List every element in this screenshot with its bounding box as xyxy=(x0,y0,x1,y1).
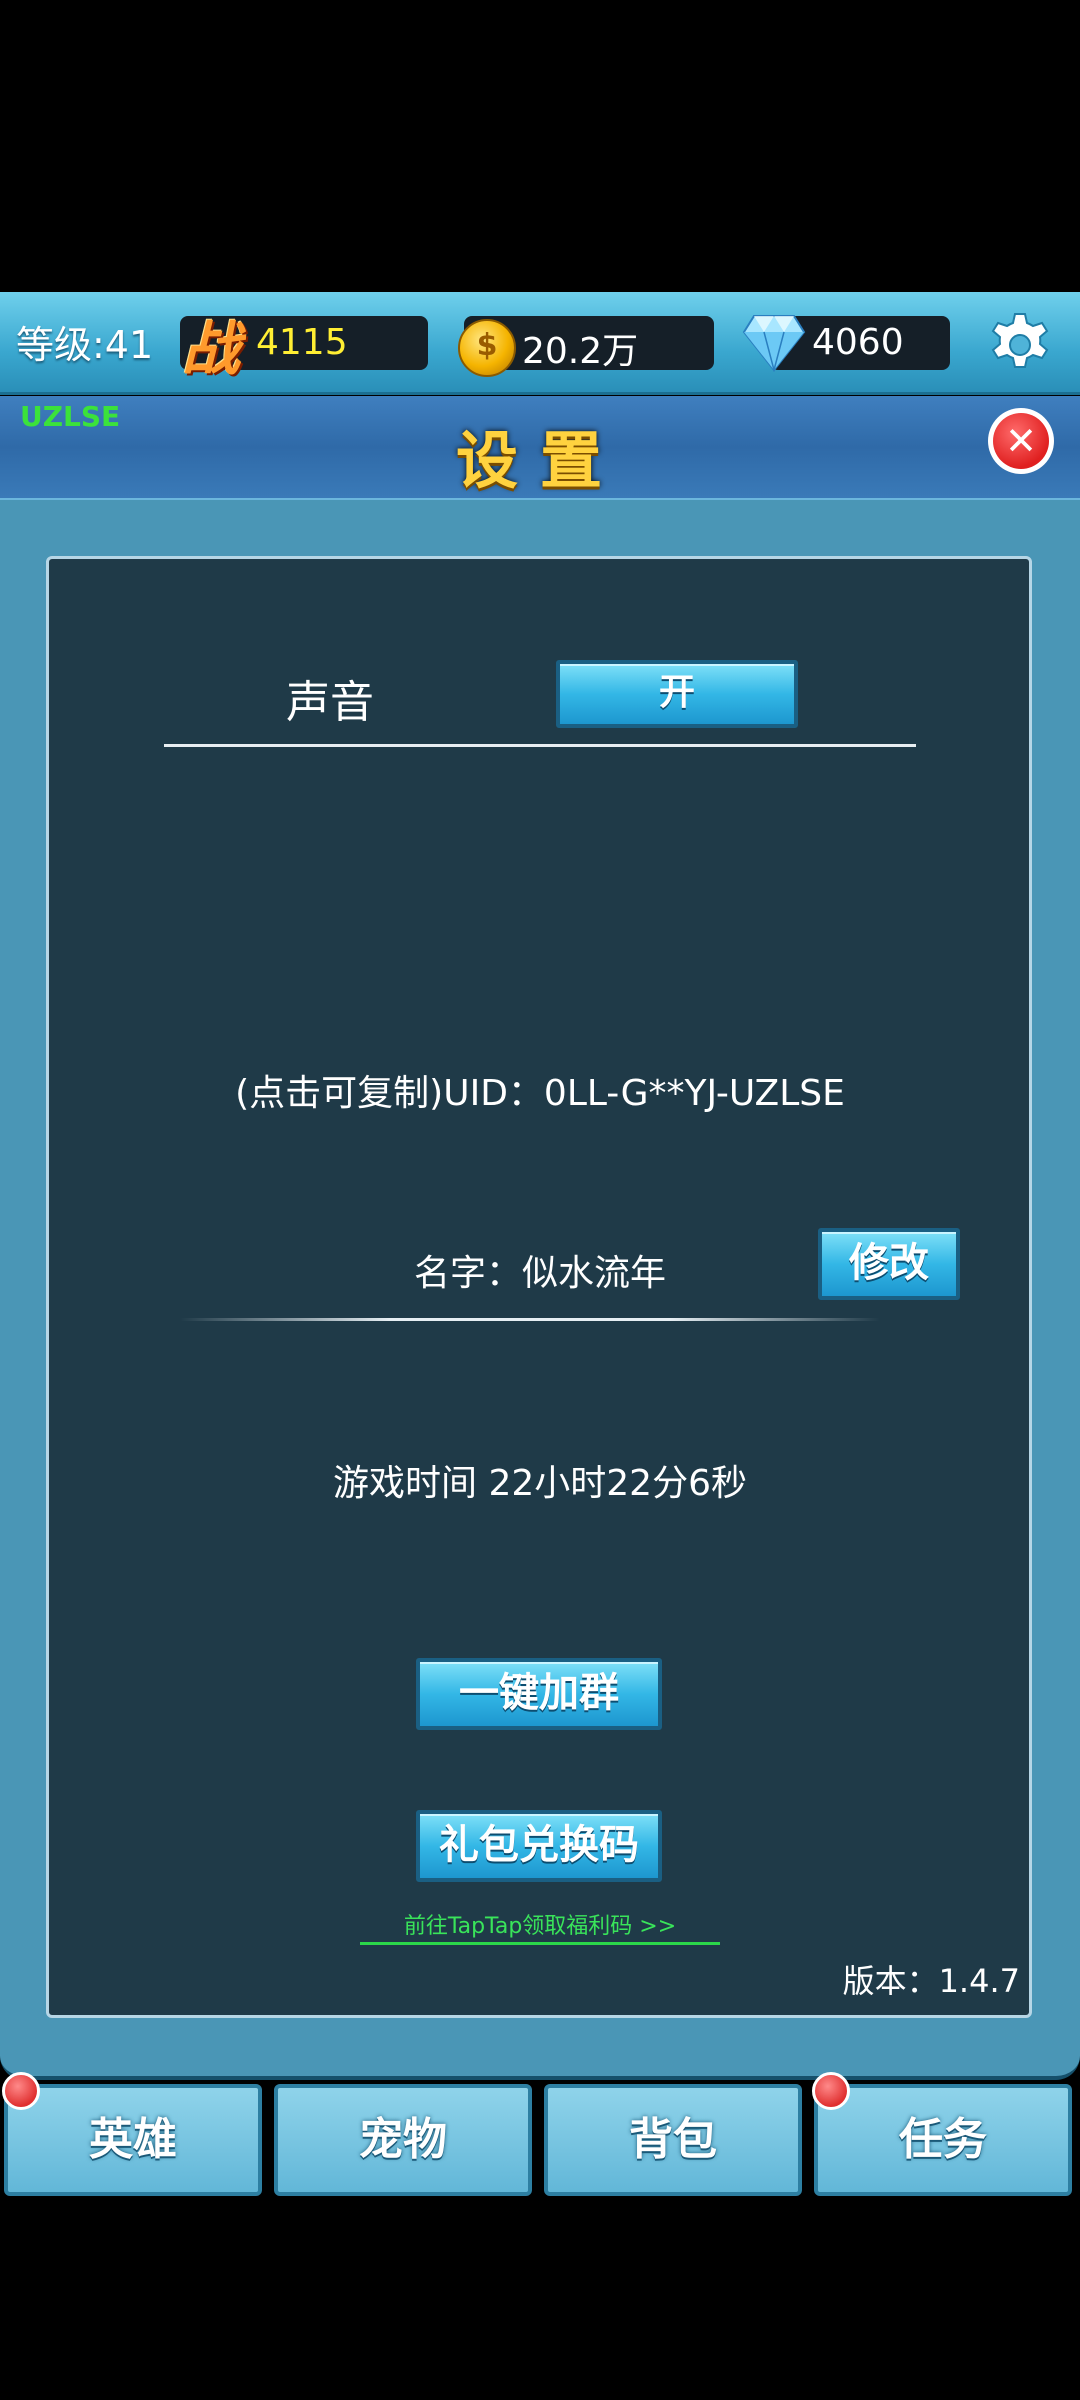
notification-dot xyxy=(812,2072,850,2110)
close-icon xyxy=(993,413,1049,469)
page-title: 设置 xyxy=(455,424,624,497)
settings-header: UZLSE 设置 xyxy=(0,396,1080,500)
sound-label: 声音 xyxy=(286,677,374,728)
sound-toggle-button[interactable]: 开 xyxy=(556,660,798,728)
play-time: 游戏时间 22小时22分6秒 xyxy=(333,1463,747,1504)
taptap-link[interactable]: 前往TapTap领取福利码 >> xyxy=(360,1908,720,1940)
gold-coin-icon xyxy=(458,319,516,377)
close-button[interactable] xyxy=(988,408,1054,474)
divider xyxy=(164,744,916,747)
tab-pets[interactable]: 宠物 xyxy=(274,2084,532,2196)
version-label: 版本：1.4.7 xyxy=(842,1962,1020,2000)
resource-bar: 等级:41 4115 战 20.2万 4060 xyxy=(0,292,1080,395)
uid-copy-text[interactable]: (点击可复制)UID：0LL-G**YJ-UZLSE xyxy=(0,1064,1080,1116)
tab-tasks[interactable]: 任务 xyxy=(814,2084,1072,2196)
edit-name-button[interactable]: 修改 xyxy=(818,1228,960,1300)
player-level: 等级:41 xyxy=(16,323,154,367)
gift-code-button[interactable]: 礼包兑换码 xyxy=(416,1810,662,1882)
gear-icon[interactable] xyxy=(984,308,1056,380)
power-icon: 战 xyxy=(182,315,241,383)
tab-heroes[interactable]: 英雄 xyxy=(4,2084,262,2196)
gold-value: 20.2万 xyxy=(522,331,639,372)
notification-dot xyxy=(2,2072,40,2110)
link-underline xyxy=(360,1942,720,1945)
gem-value: 4060 xyxy=(812,322,904,363)
divider xyxy=(180,1318,880,1321)
tab-bag[interactable]: 背包 xyxy=(544,2084,802,2196)
power-value: 4115 xyxy=(256,322,348,363)
join-group-button[interactable]: 一键加群 xyxy=(416,1658,662,1730)
player-name: 名字：似水流年 xyxy=(414,1253,667,1294)
diamond-icon xyxy=(742,315,806,372)
